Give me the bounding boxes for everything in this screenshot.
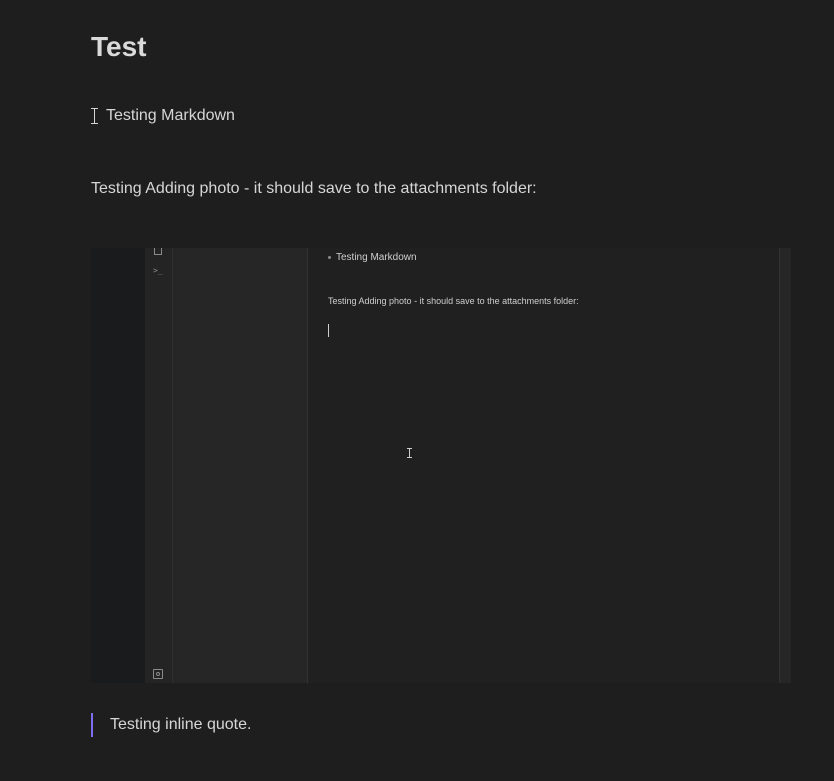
- blockquote[interactable]: Testing inline quote.: [91, 713, 251, 737]
- embedded-list-item-text: Testing Markdown: [336, 251, 417, 263]
- list-item[interactable]: Testing Markdown: [91, 105, 235, 127]
- embedded-ribbon: >_: [145, 248, 173, 683]
- embedded-ibeam-cursor-icon: [407, 448, 412, 458]
- embedded-right-pane: [779, 248, 791, 683]
- embedded-text-caret: [328, 324, 329, 337]
- embedded-list-item: Testing Markdown: [328, 250, 417, 264]
- text-cursor-icon: [91, 107, 99, 125]
- settings-icon: [153, 669, 163, 679]
- paragraph[interactable]: Testing Adding photo - it should save to…: [91, 178, 537, 200]
- embedded-paragraph: Testing Adding photo - it should save to…: [328, 296, 579, 306]
- terminal-icon: >_: [153, 266, 163, 275]
- bullet-icon: [328, 255, 331, 259]
- embedded-left-pane: [91, 248, 145, 683]
- blockquote-text[interactable]: Testing inline quote.: [110, 716, 251, 734]
- list-item-text[interactable]: Testing Markdown: [106, 107, 235, 125]
- embedded-sidebar: [173, 248, 308, 683]
- embedded-screenshot[interactable]: >_ Testing Markdown Testing Adding photo…: [91, 248, 791, 683]
- copy-icon: [153, 248, 163, 258]
- note-title[interactable]: Test: [91, 30, 147, 64]
